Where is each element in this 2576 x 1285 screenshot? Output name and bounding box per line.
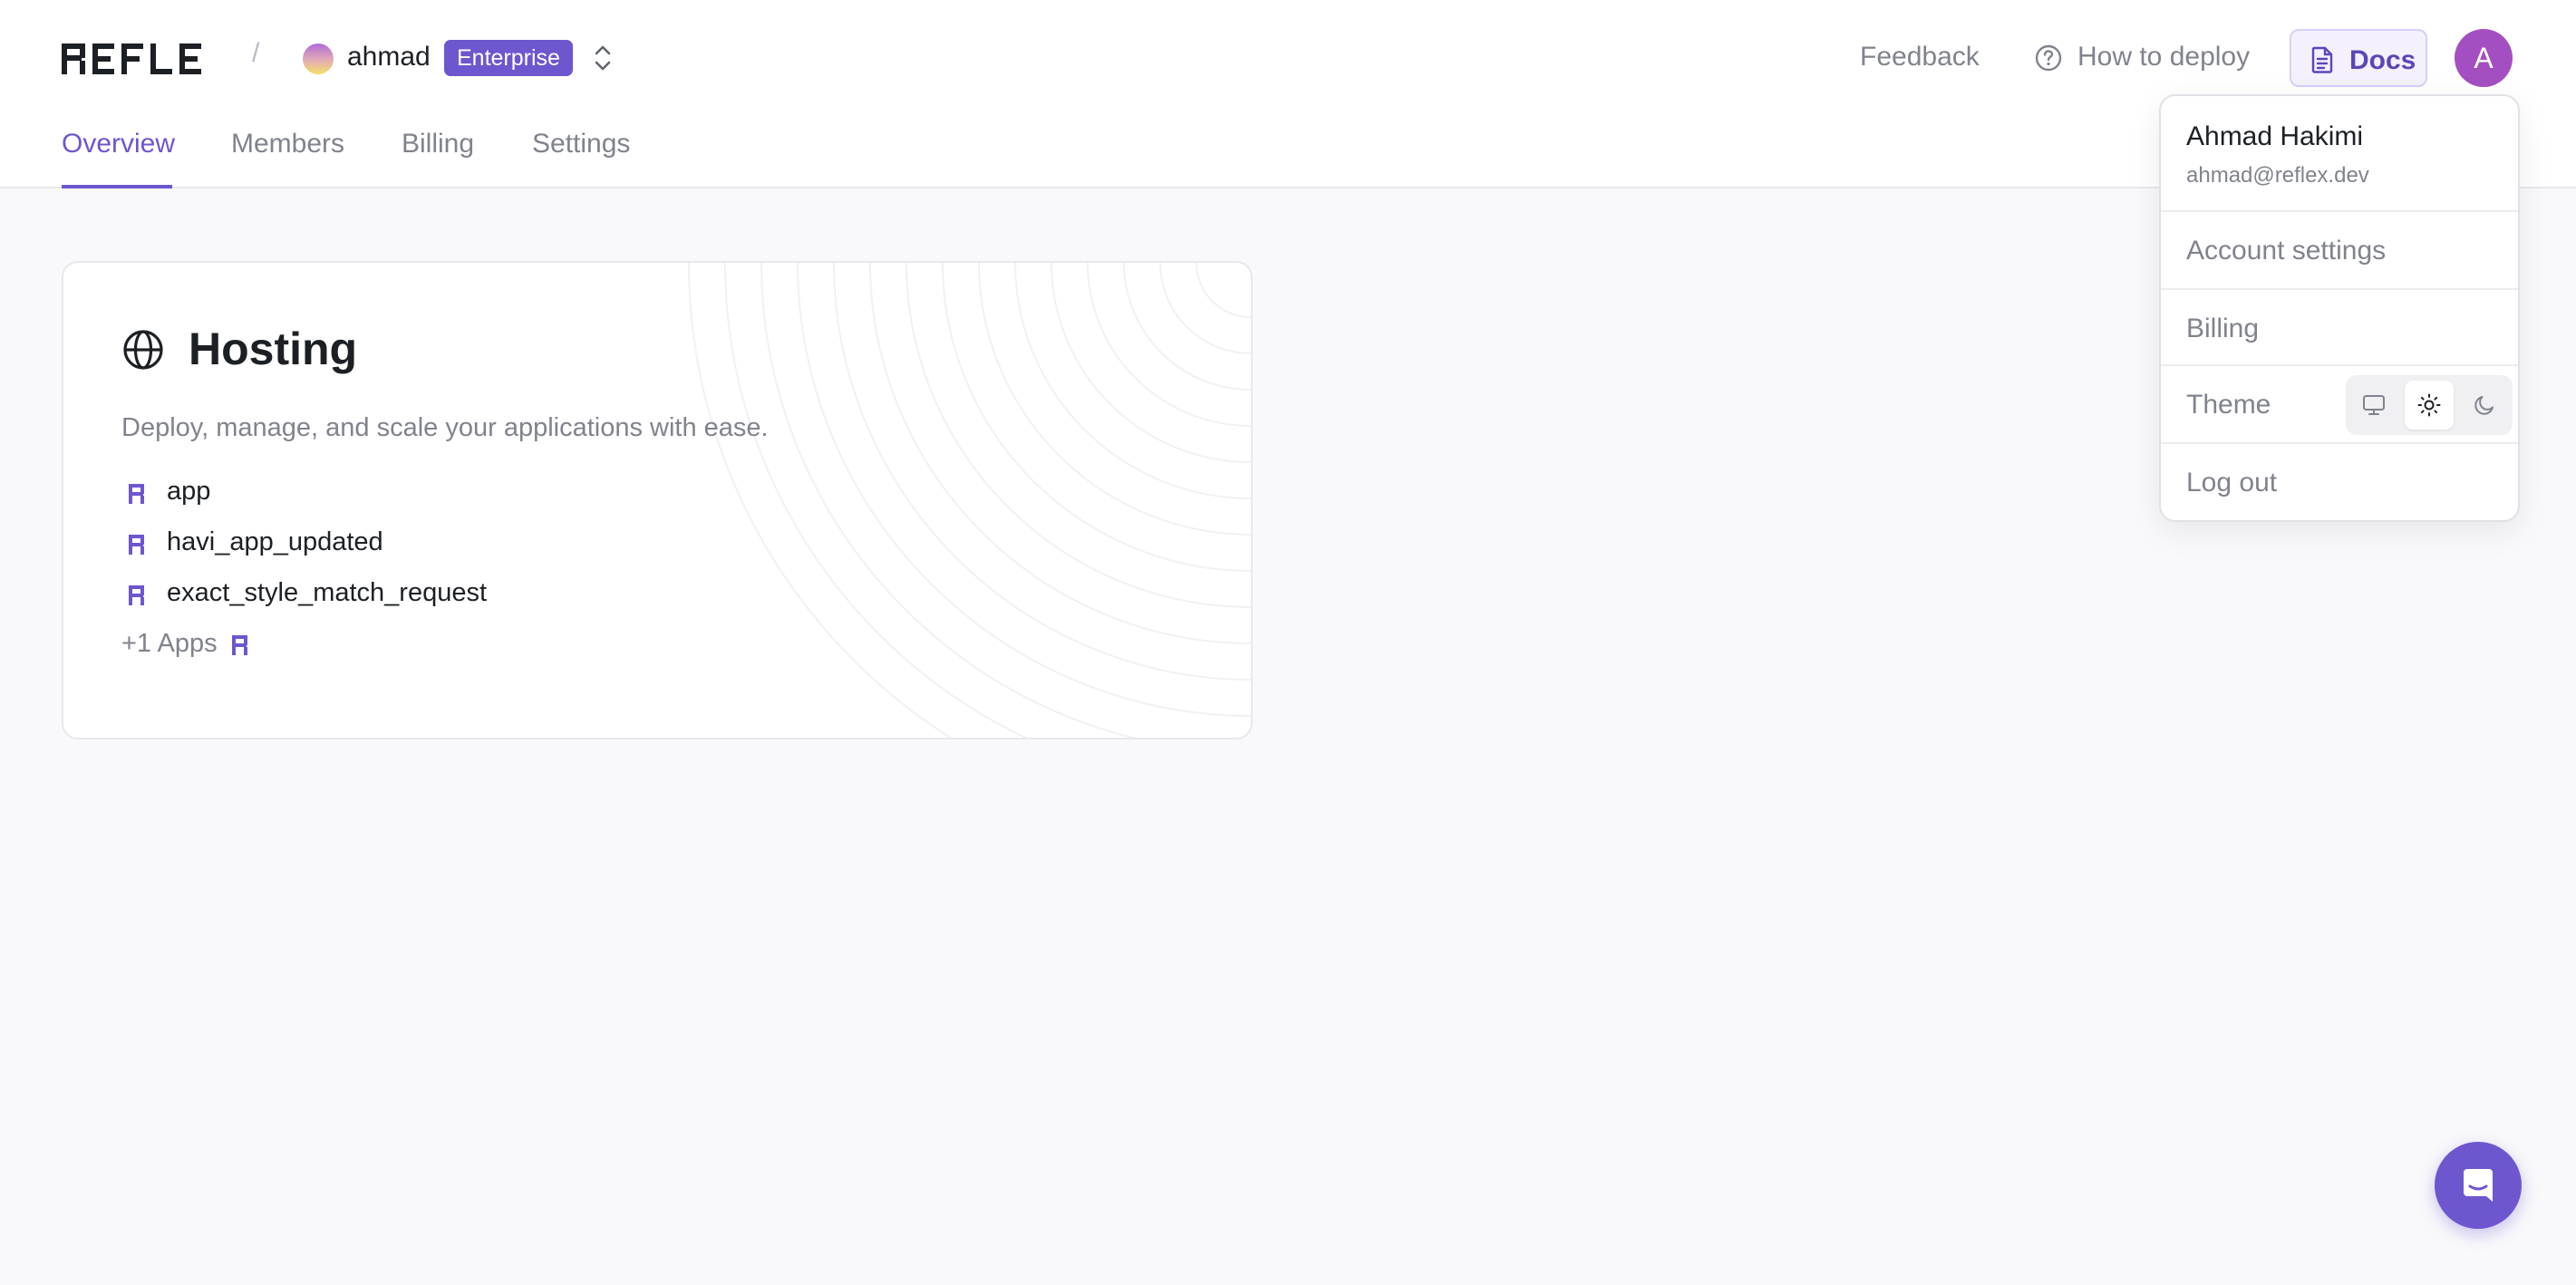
menu-user-email: ahmad@reflex.dev bbox=[2186, 163, 2369, 188]
app-name: exact_style_match_request bbox=[167, 578, 488, 607]
active-tab-indicator bbox=[62, 185, 172, 188]
breadcrumb-separator: / bbox=[252, 38, 260, 68]
menu-item-logout[interactable]: Log out bbox=[2186, 468, 2277, 498]
menu-user-name: Ahmad Hakimi bbox=[2186, 121, 2364, 151]
menu-divider bbox=[2161, 364, 2518, 366]
app-name: havi_app_updated bbox=[167, 527, 383, 556]
card-title: Hosting bbox=[189, 324, 358, 374]
tab-billing[interactable]: Billing bbox=[402, 129, 474, 159]
reflex-app-icon bbox=[129, 585, 144, 605]
monitor-icon bbox=[2363, 395, 2385, 415]
theme-system-button[interactable] bbox=[2349, 381, 2398, 430]
reflex-app-icon bbox=[129, 484, 144, 504]
chevron-up-down-icon[interactable] bbox=[591, 42, 615, 74]
docs-label: Docs bbox=[2349, 45, 2416, 75]
hosting-card[interactable]: Hosting Deploy, manage, and scale your a… bbox=[62, 261, 1253, 739]
menu-item-billing[interactable]: Billing bbox=[2186, 314, 2259, 344]
user-dropdown-menu: Ahmad Hakimi ahmad@reflex.dev Account se… bbox=[2159, 94, 2520, 522]
tab-members[interactable]: Members bbox=[231, 129, 344, 159]
globe-icon bbox=[123, 330, 163, 370]
document-icon bbox=[2311, 46, 2333, 73]
menu-divider bbox=[2161, 442, 2518, 444]
theme-light-button[interactable] bbox=[2405, 381, 2454, 430]
reflex-logo[interactable] bbox=[62, 43, 210, 74]
reflex-app-icon bbox=[232, 635, 247, 655]
theme-dark-button[interactable] bbox=[2460, 381, 2509, 430]
how-to-deploy-link[interactable]: How to deploy bbox=[2077, 42, 2250, 72]
reflex-app-icon bbox=[129, 535, 144, 555]
chat-launcher-button[interactable] bbox=[2435, 1142, 2522, 1229]
menu-item-theme: Theme bbox=[2186, 390, 2271, 420]
org-avatar bbox=[303, 43, 334, 74]
menu-divider bbox=[2161, 288, 2518, 290]
sun-icon bbox=[2417, 393, 2441, 417]
tab-overview[interactable]: Overview bbox=[62, 129, 175, 159]
moon-icon bbox=[2474, 396, 2494, 415]
app-name: app bbox=[167, 477, 211, 506]
theme-toggle-group bbox=[2346, 375, 2513, 435]
org-name[interactable]: ahmad bbox=[347, 42, 431, 72]
docs-button[interactable]: Docs bbox=[2290, 29, 2427, 87]
card-description: Deploy, manage, and scale your applicati… bbox=[121, 413, 769, 442]
feedback-link[interactable]: Feedback bbox=[1860, 42, 1980, 72]
decorative-arcs bbox=[688, 263, 1251, 738]
user-avatar[interactable]: A bbox=[2455, 29, 2513, 87]
plan-badge: Enterprise bbox=[444, 40, 573, 76]
menu-divider bbox=[2161, 210, 2518, 212]
question-circle-icon bbox=[2035, 44, 2062, 72]
tab-settings[interactable]: Settings bbox=[532, 129, 630, 159]
more-apps-label[interactable]: +1 Apps bbox=[121, 629, 218, 659]
chat-icon bbox=[2464, 1169, 2493, 1202]
menu-item-account-settings[interactable]: Account settings bbox=[2186, 236, 2386, 266]
